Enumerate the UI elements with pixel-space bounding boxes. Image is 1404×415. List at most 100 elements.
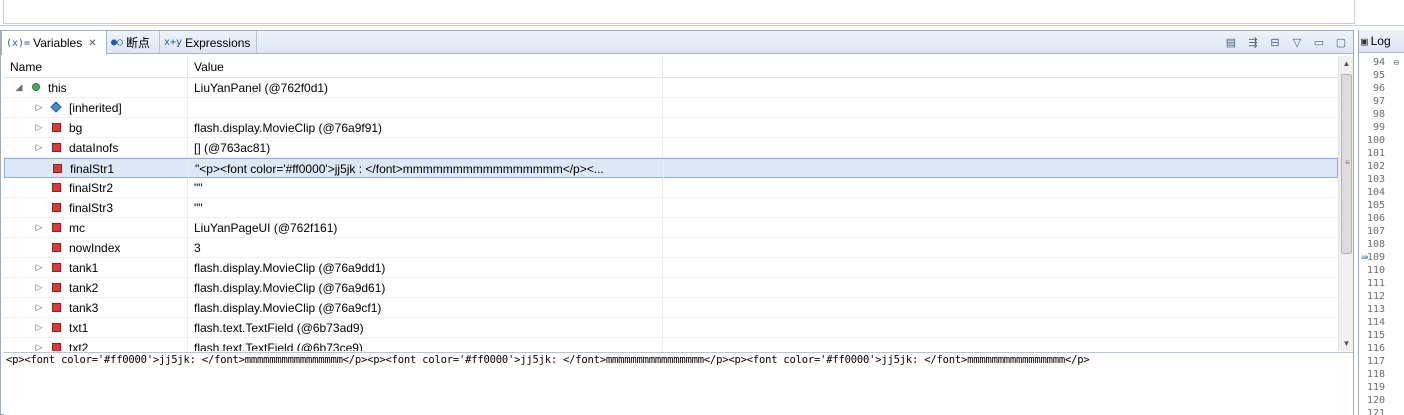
name-cell: ▷ tank2 [4,278,188,297]
table-row[interactable]: ▷ [inherited] [4,98,1338,118]
private-field-icon [52,343,61,351]
table-row[interactable]: ◢ this LiuYanPanel (@762f0d1) [4,78,1338,98]
scroll-down-icon[interactable]: ▼ [1339,336,1354,351]
collapsed-twisty-icon[interactable]: ▷ [34,342,44,351]
tab-variables-label: Variables [33,36,83,50]
empty-cell [664,118,1338,137]
tab-log-label: Log [1370,34,1391,48]
empty-cell [664,198,1338,217]
empty-cell [664,338,1338,351]
private-field-icon [52,183,61,192]
line-number-gutter: 94 ⊖ 95 96 97 98 99 100 101 102 103 104 105 106 107 108… [1359,55,1404,415]
table-row[interactable]: finalStr1 "<p><font color='#ff0000'>jj5jk… [4,158,1338,178]
line-number: 104 [1366,187,1385,198]
table-row[interactable]: finalStr2 "" [4,178,1338,198]
line-number: 116 [1366,343,1385,354]
line-number: 110 [1366,265,1385,276]
table-row[interactable]: ▷ tank3 flash.display.MovieClip (@76a9cf1) [4,298,1338,318]
line-number: 115 [1366,330,1385,341]
current-line-icon: ⇛ [1361,252,1369,262]
collapsed-twisty-icon[interactable]: ▷ [34,122,44,133]
editor-input-area[interactable] [3,0,1355,24]
grip-icon: ≡ [1345,158,1350,167]
name-cell: ▷ bg [4,118,188,137]
private-field-icon [52,203,61,212]
show-type-names-icon[interactable]: ▤ [1223,35,1239,51]
value-cell: "" [189,178,663,197]
private-field-icon [52,283,61,292]
table-row[interactable]: ▷ txt1 flash.text.TextField (@6b73ad9) [4,318,1338,338]
empty-cell [664,78,1338,97]
collapsed-twisty-icon[interactable]: ▷ [34,302,44,313]
tab-breakpoints[interactable]: ●○ 断点 [107,31,160,54]
empty-cell [664,238,1338,257]
tab-variables[interactable]: (x)= Variables ✕ [1,31,107,55]
table-row[interactable]: finalStr3 "" [4,198,1338,218]
line-number: 94 [1372,57,1385,68]
view-menu-icon[interactable]: ▽ [1289,35,1305,51]
line-number: 118 [1366,369,1385,380]
collapsed-twisty-icon[interactable]: ▷ [34,142,44,153]
line-number: 105 [1366,200,1385,211]
eclipse-window: (x)= Variables ✕ ●○ 断点 x+y Expressions ▤… [0,0,1404,415]
line-number: 120 [1366,395,1385,406]
table-row[interactable]: ▷ mc LiuYanPageUI (@762f161) [4,218,1338,238]
editor-area-top [0,0,1404,26]
close-icon[interactable]: ✕ [88,38,96,49]
variables-icon: (x)= [6,37,31,49]
variable-name: mc [69,220,85,235]
line-number: 97 [1372,96,1385,107]
line-number: 103 [1366,174,1385,185]
empty-cell [664,318,1338,337]
collapse-all-icon[interactable]: ⊟ [1267,35,1283,51]
view-toolbar: ▤ ⇶ ⊟ ▽ ▭ ▢ [1223,33,1349,52]
view-tab-bar: (x)= Variables ✕ ●○ 断点 x+y Expressions ▤… [1,31,1353,55]
vertical-scrollbar[interactable]: ▲ ≡ ▼ [1338,56,1353,351]
tab-log[interactable]: ▣ Log [1359,30,1404,53]
empty-cell [665,159,1338,178]
expanded-twisty-icon[interactable]: ◢ [14,82,24,93]
log-file-icon: ▣ [1361,34,1368,48]
collapsed-twisty-icon[interactable]: ▷ [34,262,44,273]
private-field-icon [52,123,61,132]
fold-icon[interactable]: ⊖ [1393,58,1400,67]
maximize-icon[interactable]: ▢ [1333,35,1349,51]
table-row[interactable]: ▷ dataInofs [] (@763ac81) [4,138,1338,158]
tab-expressions[interactable]: x+y Expressions [160,31,257,54]
line-number: 108 [1366,239,1385,250]
scrollbar-thumb[interactable]: ≡ [1341,74,1352,254]
private-field-icon [52,243,61,252]
table-row[interactable]: ▷ tank2 flash.display.MovieClip (@76a9d61) [4,278,1338,298]
show-logical-structure-icon[interactable]: ⇶ [1245,35,1261,51]
column-header-value[interactable]: Value [188,56,663,78]
name-cell: ▷ txt2 [4,338,188,351]
breakpoints-icon: ●○ [111,37,124,48]
collapsed-twisty-icon[interactable]: ▷ [34,102,44,113]
table-row[interactable]: ▷ txt2 flash.text.TextField (@6b73ce9) [4,338,1338,351]
value-cell: "<p><font color='#ff0000'>jj5jk : </font… [190,159,664,178]
value-cell: flash.display.MovieClip (@76a9dd1) [189,258,663,277]
table-row[interactable]: ▷ tank1 flash.display.MovieClip (@76a9dd1) [4,258,1338,278]
variable-name: bg [69,120,83,135]
variable-name: tank1 [69,260,99,275]
collapsed-twisty-icon[interactable]: ▷ [34,282,44,293]
variable-name: nowIndex [69,240,121,255]
variable-name: txt1 [69,320,89,335]
private-field-icon [52,143,61,152]
detail-pane[interactable]: <p><font color='#ff0000'>jj5jk: </font>m… [4,352,1353,415]
name-cell: ▷ mc [4,218,188,237]
tab-breakpoints-label: 断点 [126,36,151,50]
minimize-icon[interactable]: ▭ [1311,35,1327,51]
collapsed-twisty-icon[interactable]: ▷ [34,322,44,333]
table-row[interactable]: nowIndex 3 [4,238,1338,258]
collapsed-twisty-icon[interactable]: ▷ [34,222,44,233]
name-cell: nowIndex [4,238,188,257]
column-header-name[interactable]: Name [4,56,188,78]
variables-view: (x)= Variables ✕ ●○ 断点 x+y Expressions ▤… [0,30,1354,415]
value-cell: flash.display.MovieClip (@76a9cf1) [189,298,663,317]
empty-cell [664,258,1338,277]
scroll-up-icon[interactable]: ▲ [1339,56,1354,71]
column-header-empty [663,56,1338,78]
table-row[interactable]: ▷ bg flash.display.MovieClip (@76a9f91) [4,118,1338,138]
private-field-icon [52,223,61,232]
